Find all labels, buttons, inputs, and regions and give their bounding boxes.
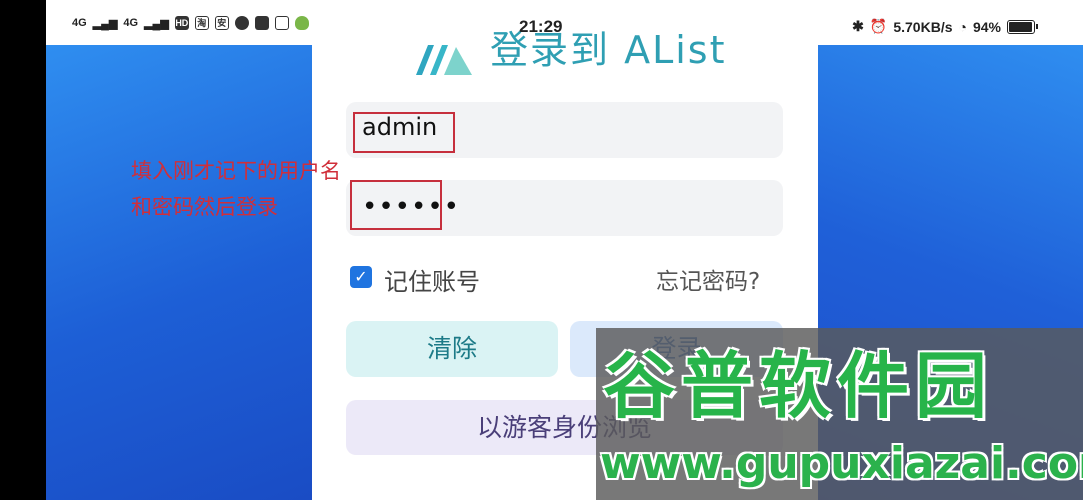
network-speed: 5.70KB/s bbox=[893, 18, 953, 35]
battery-icon bbox=[1007, 19, 1038, 34]
forgot-password-link[interactable]: 忘记密码? bbox=[656, 262, 760, 296]
annotation-line-2: 和密码然后登录 bbox=[131, 195, 278, 219]
square-app-icon bbox=[254, 16, 269, 30]
wifi-icon: ◔ bbox=[958, 18, 967, 35]
checkmark-icon: ✓ bbox=[354, 267, 368, 286]
watermark-url: www.gupuxiazai.com bbox=[600, 438, 1083, 489]
monitor-icon bbox=[274, 16, 289, 30]
password-highlight-box bbox=[350, 180, 442, 230]
signal-bars-icon: ▂▄▆ bbox=[144, 17, 169, 30]
remember-label[interactable]: 记住账号 bbox=[384, 262, 480, 297]
android-icon bbox=[294, 16, 309, 30]
signal-4g-1: 4G bbox=[72, 17, 87, 29]
status-icons-right: ✱ ⏰ 5.70KB/s ◔ 94% bbox=[852, 18, 1038, 35]
page-title: 登录到 AList bbox=[490, 28, 727, 72]
clear-button[interactable]: 清除 bbox=[346, 321, 558, 377]
hd-icon: HD bbox=[174, 16, 189, 30]
notification-app-icon bbox=[234, 16, 249, 30]
annotation-line-1: 填入刚才记下的用户名 bbox=[131, 159, 341, 183]
signal-4g-2: 4G bbox=[123, 17, 139, 29]
battery-percent: 94% bbox=[972, 18, 1001, 35]
an-app-icon: 安 bbox=[214, 16, 229, 30]
status-icons-left: 4G ▂▄▆ 4G ▂▄▆ HD 淘 安 bbox=[72, 16, 309, 30]
taobao-app-icon: 淘 bbox=[194, 16, 209, 30]
bluetooth-icon: ✱ bbox=[852, 18, 864, 34]
username-highlight-box bbox=[353, 112, 455, 153]
remember-checkbox[interactable]: ✓ bbox=[350, 266, 372, 288]
background-left bbox=[46, 45, 312, 500]
alarm-icon: ⏰ bbox=[869, 18, 888, 34]
watermark-name: 谷普软件园 bbox=[603, 344, 994, 428]
alist-logo-icon bbox=[416, 45, 472, 75]
signal-bars-icon: ▂▄▆ bbox=[92, 17, 118, 30]
